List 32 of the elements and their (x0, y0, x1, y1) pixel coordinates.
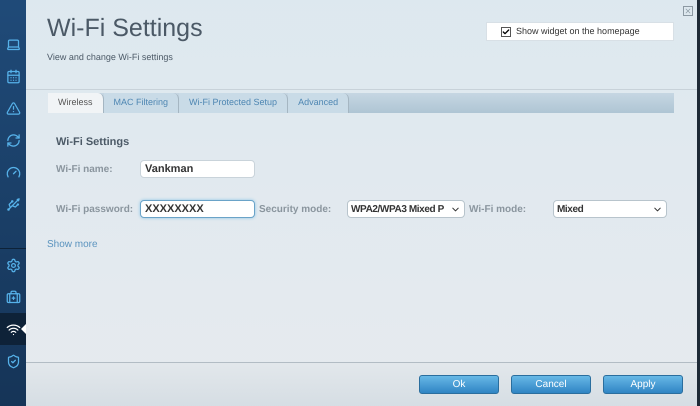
medical-kit-icon (6, 290, 20, 304)
page-title: Wi-Fi Settings (47, 16, 203, 41)
dropdown[interactable]: WPA2/WPA3 Mixed P (347, 200, 465, 218)
field-label: Wi-Fi mode: (469, 202, 528, 216)
field-label: Wi-Fi password: (56, 202, 134, 216)
calendar-icon (6, 68, 20, 84)
tab[interactable]: Wireless (48, 92, 104, 112)
laptop-icon (6, 36, 20, 52)
field-label: Wi-Fi name: (56, 162, 114, 176)
action-button[interactable]: Ok (419, 375, 499, 394)
tab[interactable]: MAC Filtering (104, 92, 180, 112)
field-label: Security mode: (259, 202, 332, 216)
page-subtitle: View and change Wi-Fi settings (47, 51, 174, 64)
checkbox-label: Show widget on the homepage (516, 24, 640, 38)
tab[interactable]: Wi-Fi Protected Setup (179, 92, 288, 112)
settings-icon (6, 258, 20, 272)
sidebar-item[interactable] (0, 313, 26, 345)
refresh-icon (6, 132, 20, 148)
dropdown[interactable]: Mixed (553, 200, 667, 218)
checkbox[interactable] (501, 26, 511, 36)
section-title: Wi-Fi Settings (56, 134, 130, 150)
usb-icon (6, 196, 20, 212)
action-button[interactable]: Apply (603, 375, 683, 394)
action-button[interactable]: Cancel (511, 375, 591, 394)
input-field[interactable]: Vankman (140, 160, 255, 178)
show-more-link[interactable]: Show more (47, 237, 98, 252)
wifi-icon (6, 322, 20, 336)
warning-icon (6, 100, 20, 116)
shield-icon (6, 354, 20, 368)
tab[interactable]: Advanced (288, 92, 350, 112)
gauge-icon (6, 164, 20, 180)
input-field[interactable]: XXXXXXXX (140, 200, 255, 218)
